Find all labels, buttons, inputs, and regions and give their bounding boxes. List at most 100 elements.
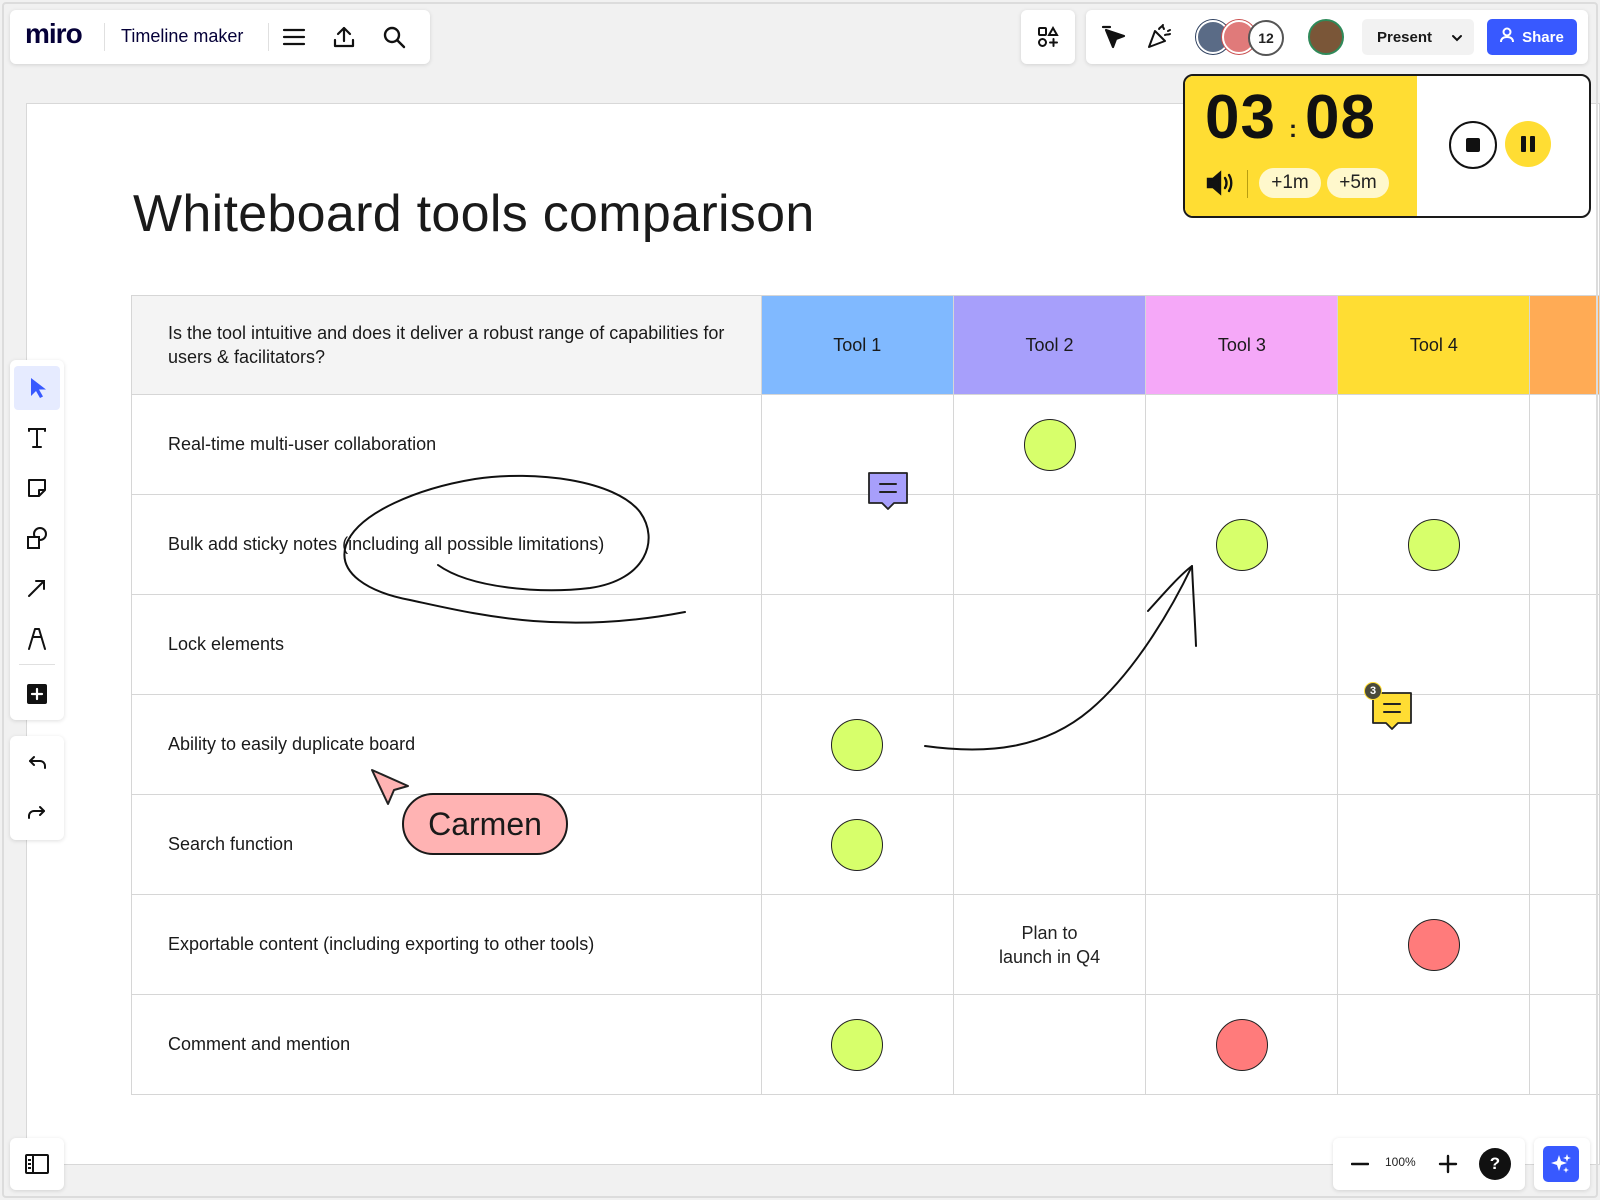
present-button[interactable]: Present (1362, 19, 1474, 55)
sparkle-ai-icon[interactable] (1543, 1146, 1579, 1182)
cursor-select-icon[interactable] (1094, 19, 1132, 55)
board-name[interactable]: Timeline maker (121, 26, 243, 47)
shapes-icon (27, 527, 47, 549)
tool-header[interactable]: Tool 3 (1145, 295, 1339, 395)
undo-button[interactable] (14, 742, 60, 786)
tool-cell-partial[interactable] (1529, 994, 1600, 1095)
tool-cell[interactable] (1337, 594, 1531, 695)
collaborator-name: Carmen (428, 805, 542, 842)
shapes-tool[interactable] (14, 516, 60, 560)
tool-cell[interactable] (760, 994, 954, 1095)
status-dot-yes[interactable] (1023, 418, 1076, 471)
status-dot-no[interactable] (1407, 918, 1460, 971)
tool-cell-partial[interactable] (1529, 594, 1600, 695)
connection-line-tool[interactable] (14, 566, 60, 610)
tool-cell[interactable] (760, 894, 954, 995)
status-dot-yes[interactable] (1215, 518, 1268, 571)
panel-toggle-icon[interactable] (19, 1146, 55, 1182)
tool-cell[interactable] (952, 694, 1147, 795)
tool-cell[interactable] (1145, 494, 1339, 595)
tool-cell[interactable] (760, 794, 954, 895)
tool-cell[interactable] (952, 494, 1147, 595)
tool-cell[interactable] (1337, 994, 1531, 1095)
divider (1247, 170, 1248, 198)
apps-icon[interactable] (1030, 19, 1066, 55)
add-1-minute-button[interactable]: +1m (1259, 168, 1321, 198)
tool-cell[interactable] (1337, 794, 1531, 895)
collaborator-cursor-label: Carmen (402, 793, 568, 855)
tool-header[interactable]: Tool 2 (952, 295, 1147, 395)
tool-cell-partial[interactable] (1529, 494, 1600, 595)
zoom-out-icon[interactable] (1343, 1147, 1377, 1181)
feature-label-cell[interactable]: Ability to easily duplicate board (131, 694, 762, 795)
tool-cell-partial[interactable] (1529, 394, 1600, 495)
collaborator-cursor-icon (368, 766, 412, 810)
tool-cell[interactable] (952, 594, 1147, 695)
share-button[interactable]: Share (1487, 19, 1577, 55)
status-dot-yes[interactable] (831, 818, 884, 871)
tool-header-partial[interactable] (1529, 295, 1600, 395)
tool-cell[interactable] (1145, 894, 1339, 995)
tool-cell[interactable] (760, 394, 954, 495)
tool-cell[interactable] (1337, 694, 1531, 795)
hamburger-menu-icon[interactable] (276, 19, 312, 55)
tool-cell[interactable] (1145, 794, 1339, 895)
zoom-level[interactable]: 100% (1385, 1155, 1416, 1169)
tool-cell[interactable] (952, 394, 1147, 495)
tool-cell[interactable] (1145, 694, 1339, 795)
tool-cell[interactable] (1145, 594, 1339, 695)
tool-cell[interactable] (1145, 994, 1339, 1095)
text-tool[interactable] (14, 416, 60, 460)
redo-button[interactable] (14, 792, 60, 836)
tool-cell-partial[interactable] (1529, 694, 1600, 795)
miro-logo[interactable]: miro (25, 18, 83, 50)
tool-cell[interactable] (1337, 894, 1531, 995)
more-tools-button[interactable] (14, 672, 60, 716)
undo-redo-toolbar (10, 736, 64, 840)
tool-cell[interactable] (952, 994, 1147, 1095)
timer-seconds: 08 (1305, 83, 1376, 152)
tool-header[interactable]: Tool 4 (1337, 295, 1531, 395)
tool-cell[interactable] (1145, 394, 1339, 495)
tool-cell[interactable] (760, 694, 954, 795)
select-tool[interactable] (14, 366, 60, 410)
sticky-note-tool[interactable] (14, 466, 60, 510)
board-title[interactable]: Whiteboard tools comparison (133, 184, 815, 244)
zoom-in-icon[interactable] (1431, 1147, 1465, 1181)
pause-button[interactable] (1505, 121, 1551, 167)
tool-cell[interactable] (1337, 494, 1531, 595)
tool-cell[interactable] (760, 494, 954, 595)
tool-cell-partial[interactable] (1529, 794, 1600, 895)
tool-cell[interactable] (1337, 394, 1531, 495)
status-dot-no[interactable] (1215, 1018, 1268, 1071)
status-dot-yes[interactable] (831, 718, 884, 771)
question-cell[interactable]: Is the tool intuitive and does it delive… (131, 295, 762, 395)
tool-cell-partial[interactable] (1529, 894, 1600, 995)
celebrate-icon[interactable] (1140, 19, 1178, 55)
status-dot-yes[interactable] (831, 1018, 884, 1071)
feature-label-cell[interactable]: Comment and mention (131, 994, 762, 1095)
tool-cell[interactable]: Plan to launch in Q4 (952, 894, 1147, 995)
upload-icon[interactable] (326, 19, 362, 55)
feature-label-cell[interactable]: Lock elements (131, 594, 762, 695)
add-5-minutes-button[interactable]: +5m (1327, 168, 1389, 198)
pen-icon (28, 628, 46, 650)
tool-cell[interactable] (760, 594, 954, 695)
search-icon[interactable] (376, 19, 412, 55)
pen-tool[interactable] (14, 616, 60, 660)
tool-cell[interactable] (952, 794, 1147, 895)
chevron-down-icon[interactable] (1450, 31, 1464, 49)
avatar[interactable] (1308, 19, 1344, 55)
zoom-controls: 100% ? (1333, 1138, 1525, 1190)
collaborators-count-badge[interactable]: 12 (1248, 20, 1284, 56)
feature-label-cell[interactable]: Exportable content (including exporting … (131, 894, 762, 995)
cell-note[interactable]: Plan to launch in Q4 (954, 921, 1146, 969)
stop-button[interactable] (1449, 121, 1497, 169)
feature-label-cell[interactable]: Real-time multi-user collaboration (131, 394, 762, 495)
help-icon[interactable]: ? (1479, 1148, 1511, 1180)
tool-header[interactable]: Tool 1 (760, 295, 954, 395)
volume-icon[interactable] (1203, 168, 1237, 198)
status-dot-yes[interactable] (1407, 518, 1460, 571)
feature-label-cell[interactable]: Bulk add sticky notes (including all pos… (131, 494, 762, 595)
comment-icon[interactable] (866, 470, 910, 512)
